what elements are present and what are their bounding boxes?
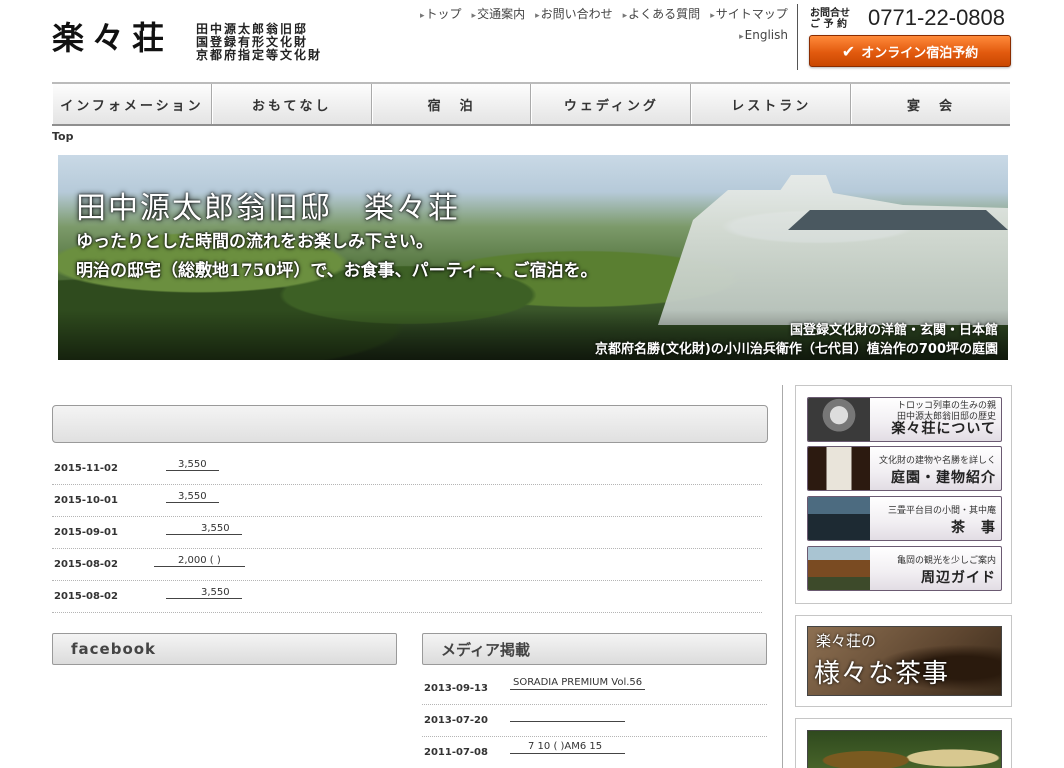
breadcrumb: Top (52, 130, 74, 143)
hero-tagline-2: 明治の邸宅（総敷地1750坪）で、お食事、パーティー、ご宿泊を。 (76, 261, 598, 281)
util-link-contact[interactable]: お問い合わせ (535, 5, 613, 22)
media-date: 2011-07-08 (424, 747, 488, 758)
media-link[interactable] (510, 709, 625, 722)
sidebar-button-title: 楽々荘について (891, 421, 996, 437)
news-date: 2015-08-02 (54, 591, 118, 602)
news-date: 2015-09-01 (54, 527, 118, 538)
contact-label: お問合せ ご 予 約 (810, 8, 850, 30)
sidebar-button-title: 茶 事 (951, 520, 996, 536)
news-item: 2015-08-02 2,000 ( ) (52, 549, 762, 581)
news-item: 2015-10-01 3,550 (52, 485, 762, 517)
caption-line: トロッコ列車の生みの親 (896, 401, 996, 411)
news-link[interactable]: 3,550 (166, 523, 242, 535)
caption-line: 三畳平台目の小間・其中庵 (887, 506, 996, 516)
news-list: 2015-11-02 3,550 2015-10-01 3,550 2015-0… (52, 453, 762, 613)
logo-subtitle-line: 京都府指定等文化財 (196, 48, 323, 62)
nav-hospitality[interactable]: おもてなし (211, 84, 372, 124)
sidebar-button-title: 周辺ガイド (921, 570, 996, 586)
util-link-faq[interactable]: よくある質問 (623, 5, 700, 22)
news-item: 2015-08-02 3,550 (52, 581, 762, 613)
media-link[interactable]: SORADIA PREMIUM Vol.56 (510, 677, 646, 690)
shrine-photo-icon (808, 547, 870, 590)
tea-banner-small: 楽々荘の (816, 632, 877, 650)
tea-banner-title: 様々な茶事 (814, 659, 950, 689)
util-link-access[interactable]: 交通案内 (472, 5, 525, 22)
sidebar-button-caption: 三畳平台目の小間・其中庵 (888, 506, 996, 517)
sidebar-about-button[interactable]: トロッコ列車の生みの親 田中源太郎翁旧邸の歴史 楽々荘について (807, 397, 1002, 442)
nav-wedding[interactable]: ウェディング (531, 84, 692, 124)
news-date: 2015-10-01 (54, 495, 118, 506)
logo-subtitle: 田中源太郎翁旧邸 国登録有形文化財 京都府指定等文化財 (196, 23, 322, 62)
sidebar-tea-button[interactable]: 三畳平台目の小間・其中庵 茶 事 (807, 496, 1002, 541)
hero-house-image (658, 175, 1008, 325)
sidebar-menu-box: トロッコ列車の生みの親 田中源太郎翁旧邸の歴史 楽々荘について 文化財の建物や名… (795, 385, 1012, 604)
facebook-heading: facebook (52, 633, 397, 665)
reserve-button-label: オンライン宿泊予約 (861, 45, 979, 61)
tea-ceremony-banner[interactable]: 楽々荘の 様々な茶事 (807, 626, 1002, 696)
sidebar-garden-button[interactable]: 文化財の建物や名勝を詳しく 庭園・建物紹介 (807, 446, 1002, 491)
util-link-sitemap[interactable]: サイトマップ (710, 5, 788, 22)
nav-lodging[interactable]: 宿 泊 (371, 84, 532, 124)
hero-banner: 田中源太郎翁旧邸 楽々荘 ゆったりとした時間の流れをお楽しみ下さい。 明治の邸宅… (58, 155, 1008, 360)
sidebar-button-caption: 文化財の建物や名勝を詳しく (879, 456, 996, 467)
contact-label-line: ご 予 約 (810, 19, 847, 30)
nav-banquet[interactable]: 宴 会 (851, 84, 1010, 124)
sidebar-tea-box: 楽々荘の 様々な茶事 (795, 615, 1012, 707)
media-date: 2013-09-13 (424, 683, 488, 694)
news-item: 2015-11-02 3,550 (52, 453, 762, 485)
media-heading: メディア掲載 (422, 633, 767, 665)
news-link[interactable]: 3,550 (166, 587, 242, 599)
contact-label-line: お問合せ (810, 8, 850, 19)
nav-information[interactable]: インフォメーション (52, 84, 212, 124)
hero-title: 田中源太郎翁旧邸 楽々荘 (76, 191, 460, 226)
hero-tagline-1: ゆったりとした時間の流れをお楽しみ下さい。 (76, 232, 433, 252)
hero-caption-2: 京都府名勝(文化財)の小川治兵衛作（七代目）植治作の700坪の庭園 (594, 342, 998, 357)
site-logo[interactable]: 楽々荘 (52, 16, 172, 60)
media-link[interactable]: 7 10 ( )AM6 15 (510, 741, 625, 754)
media-item: 2013-07-20 (422, 705, 767, 737)
hero-caption-1: 国登録文化財の洋館・玄関・日本館 (789, 323, 998, 338)
online-reservation-button[interactable]: ✔ オンライン宿泊予約 (809, 35, 1011, 67)
food-banner[interactable] (807, 730, 1002, 768)
portrait-photo-icon (808, 398, 870, 441)
util-link-top[interactable]: トップ (420, 5, 462, 22)
global-nav: インフォメーション おもてなし 宿 泊 ウェディング レストラン 宴 会 (52, 82, 1010, 126)
news-item: 2015-09-01 3,550 (52, 517, 762, 549)
sidebar-button-title: 庭園・建物紹介 (891, 470, 996, 486)
news-date: 2015-11-02 (54, 463, 118, 474)
nav-restaurant[interactable]: レストラン (691, 84, 852, 124)
sidebar-food-box (795, 718, 1012, 768)
news-date: 2015-08-02 (54, 559, 118, 570)
utility-nav: トップ 交通案内 お問い合わせ よくある質問 サイトマップ English (420, 5, 790, 42)
media-item: 2013-09-13 SORADIA PREMIUM Vol.56 (422, 673, 767, 705)
caption-line: 文化財の建物や名勝を詳しく (878, 456, 996, 466)
english-link[interactable]: English (739, 28, 788, 42)
caption-line: 亀岡の観光を少しご案内 (896, 556, 996, 566)
header-divider (797, 4, 798, 70)
news-link[interactable]: 3,550 (166, 491, 219, 503)
media-list: 2013-09-13 SORADIA PREMIUM Vol.56 2013-0… (422, 673, 767, 768)
column-divider (782, 385, 783, 768)
sidebar-button-caption: 亀岡の観光を少しご案内 (897, 556, 996, 567)
news-link[interactable]: 3,550 (166, 459, 219, 471)
tearoom-photo-icon (808, 497, 870, 540)
sidebar-guide-button[interactable]: 亀岡の観光を少しご案内 周辺ガイド (807, 546, 1002, 591)
checkmark-icon: ✔ (841, 41, 856, 61)
phone-number: 0771-22-0808 (868, 5, 1006, 30)
signboard-photo-icon (808, 447, 870, 490)
news-heading-box (52, 405, 768, 443)
hero-house-roof (788, 210, 1008, 230)
news-link[interactable]: 2,000 ( ) (154, 555, 245, 567)
media-date: 2013-07-20 (424, 715, 488, 726)
media-item: 2011-07-08 7 10 ( )AM6 15 (422, 737, 767, 768)
